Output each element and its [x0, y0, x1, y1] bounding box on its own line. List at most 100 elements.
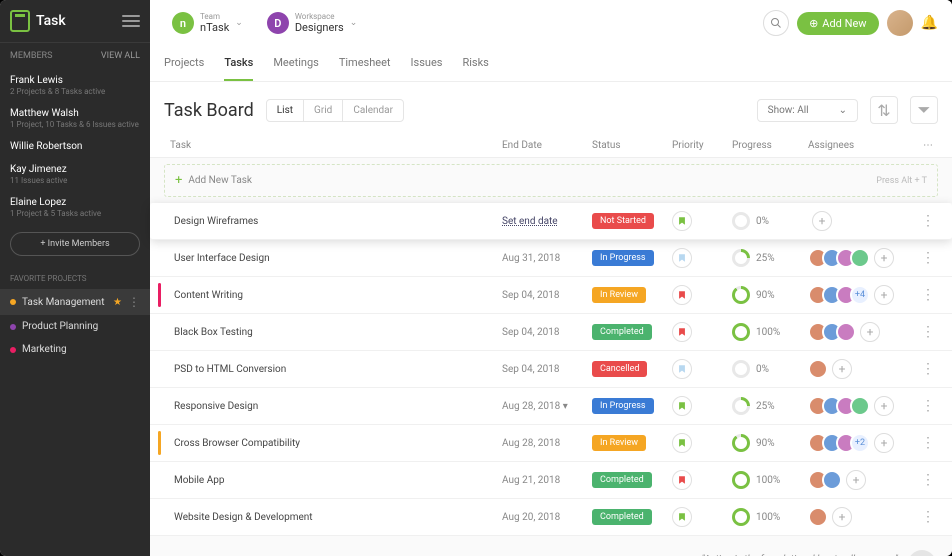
row-more-icon[interactable]: ⋮	[918, 435, 938, 451]
add-new-button[interactable]: ⊕ Add New	[797, 12, 878, 35]
assignees: +2+	[808, 433, 918, 453]
logo[interactable]: Task	[10, 10, 66, 32]
task-row[interactable]: Responsive Design Aug 28, 2018 ▾ In Prog…	[150, 388, 952, 425]
task-row[interactable]: Design Wireframes Set end date Not Start…	[150, 203, 952, 240]
menu-icon[interactable]	[122, 15, 140, 27]
view-grid[interactable]: Grid	[304, 100, 343, 121]
add-assignee-button[interactable]: +	[874, 248, 894, 268]
fav-item[interactable]: Marketing	[0, 338, 150, 361]
more-icon[interactable]: ⋮	[128, 295, 140, 309]
member-item[interactable]: Frank Lewis2 Projects & 8 Tasks active	[0, 69, 150, 102]
add-assignee-button[interactable]: +	[874, 285, 894, 305]
tab-meetings[interactable]: Meetings	[273, 46, 318, 81]
priority-flag[interactable]	[672, 507, 692, 527]
status-pill[interactable]: Cancelled	[592, 361, 647, 377]
row-more-icon[interactable]: ⋮	[918, 324, 938, 340]
add-assignee-button[interactable]: +	[832, 507, 852, 527]
priority-flag[interactable]	[672, 470, 692, 490]
show-filter[interactable]: Show: All ⌄	[757, 99, 858, 122]
row-more-icon[interactable]: ⋮	[918, 361, 938, 377]
status-pill[interactable]: Not Started	[592, 213, 654, 229]
avatar-more[interactable]: +2	[850, 433, 870, 453]
priority-flag[interactable]	[672, 285, 692, 305]
show-label: Show:	[768, 105, 795, 116]
fav-item[interactable]: Task Management★⋮	[0, 289, 150, 315]
task-row[interactable]: Black Box Testing Sep 04, 2018 Completed…	[150, 314, 952, 351]
member-name: Willie Robertson	[10, 141, 140, 152]
workspace-crumb[interactable]: D Workspace Designers ⌄	[259, 8, 365, 38]
tab-projects[interactable]: Projects	[164, 46, 204, 81]
bell-icon[interactable]: 🔔	[921, 15, 938, 31]
status-pill[interactable]: Completed	[592, 472, 652, 488]
row-more-icon[interactable]: ⋮	[918, 250, 938, 266]
task-row[interactable]: User Interface Design Aug 31, 2018 In Pr…	[150, 240, 952, 277]
sort-button[interactable]: ⇅	[870, 96, 898, 124]
row-more-icon[interactable]: ⋮	[918, 287, 938, 303]
add-assignee-button[interactable]: +	[832, 359, 852, 379]
task-row[interactable]: Website Design & Development Aug 20, 201…	[150, 499, 952, 536]
priority-flag[interactable]	[672, 396, 692, 416]
task-row[interactable]: Mobile App Aug 21, 2018 Completed 100% +…	[150, 462, 952, 499]
favorites-header: FAVORITE PROJECTS	[0, 264, 150, 289]
avatar-more[interactable]: +4	[850, 285, 870, 305]
add-assignee-button[interactable]: +	[812, 211, 832, 231]
status-pill[interactable]: Completed	[592, 509, 652, 525]
tab-timesheet[interactable]: Timesheet	[339, 46, 391, 81]
invite-members-button[interactable]: + Invite Members	[10, 232, 140, 256]
task-end-date[interactable]: Sep 04, 2018	[502, 327, 592, 338]
task-end-date[interactable]: Sep 04, 2018	[502, 290, 592, 301]
add-assignee-button[interactable]: +	[874, 433, 894, 453]
logo-text: Task	[36, 13, 66, 29]
row-more-icon[interactable]: ⋮	[918, 509, 938, 525]
tab-tasks[interactable]: Tasks	[224, 46, 253, 81]
add-task-row[interactable]: + Add New Task Press Alt + T	[164, 164, 938, 197]
view-list[interactable]: List	[267, 100, 304, 121]
priority-flag[interactable]	[672, 211, 692, 231]
task-end-date[interactable]: Aug 28, 2018	[502, 438, 592, 449]
status-pill[interactable]: In Progress	[592, 398, 654, 414]
tab-risks[interactable]: Risks	[462, 46, 488, 81]
status-pill[interactable]: Completed	[592, 324, 652, 340]
col-priority: Priority	[672, 140, 732, 151]
tab-issues[interactable]: Issues	[411, 46, 443, 81]
member-item[interactable]: Willie Robertson	[0, 135, 150, 158]
priority-flag[interactable]	[672, 322, 692, 342]
task-end-date[interactable]: Aug 20, 2018	[502, 512, 592, 523]
task-end-date[interactable]: Set end date	[502, 216, 592, 227]
add-assignee-button[interactable]: +	[874, 396, 894, 416]
flag-icon	[677, 253, 687, 263]
add-task-label: Add New Task	[188, 175, 252, 186]
priority-flag[interactable]	[672, 359, 692, 379]
task-end-date[interactable]: Aug 28, 2018 ▾	[502, 401, 592, 412]
priority-flag[interactable]	[672, 248, 692, 268]
status-pill[interactable]: In Review	[592, 287, 646, 303]
progress-value: 25%	[756, 253, 775, 264]
filter-button[interactable]: ⏷	[910, 96, 938, 124]
member-item[interactable]: Elaine Lopez1 Project & 5 Tasks active	[0, 191, 150, 224]
search-button[interactable]	[763, 10, 789, 36]
fav-label: Task Management	[22, 297, 107, 308]
priority-flag[interactable]	[672, 433, 692, 453]
status-pill[interactable]: In Review	[592, 435, 646, 451]
row-more-icon[interactable]: ⋮	[918, 398, 938, 414]
view-calendar[interactable]: Calendar	[343, 100, 403, 121]
user-avatar[interactable]	[887, 10, 913, 36]
col-more-icon[interactable]: ⋯	[918, 140, 938, 151]
add-assignee-button[interactable]: +	[846, 470, 866, 490]
task-row[interactable]: Content Writing Sep 04, 2018 In Review 9…	[150, 277, 952, 314]
view-all-link[interactable]: View All	[101, 51, 140, 61]
task-row[interactable]: Cross Browser Compatibility Aug 28, 2018…	[150, 425, 952, 462]
row-more-icon[interactable]: ⋮	[918, 213, 938, 229]
task-end-date[interactable]: Aug 31, 2018	[502, 253, 592, 264]
task-end-date[interactable]: Aug 21, 2018	[502, 475, 592, 486]
fav-item[interactable]: Product Planning	[0, 315, 150, 338]
status-pill[interactable]: In Progress	[592, 250, 654, 266]
add-assignee-button[interactable]: +	[860, 322, 880, 342]
task-row[interactable]: PSD to HTML Conversion Sep 04, 2018 Canc…	[150, 351, 952, 388]
team-crumb[interactable]: n Team nTask ⌄	[164, 8, 251, 38]
member-item[interactable]: Kay Jimenez11 Issues active	[0, 158, 150, 191]
row-more-icon[interactable]: ⋮	[918, 472, 938, 488]
chat-button[interactable]: 💬	[908, 550, 936, 556]
task-end-date[interactable]: Sep 04, 2018	[502, 364, 592, 375]
member-item[interactable]: Matthew Walsh1 Project, 10 Tasks & 6 Iss…	[0, 102, 150, 135]
